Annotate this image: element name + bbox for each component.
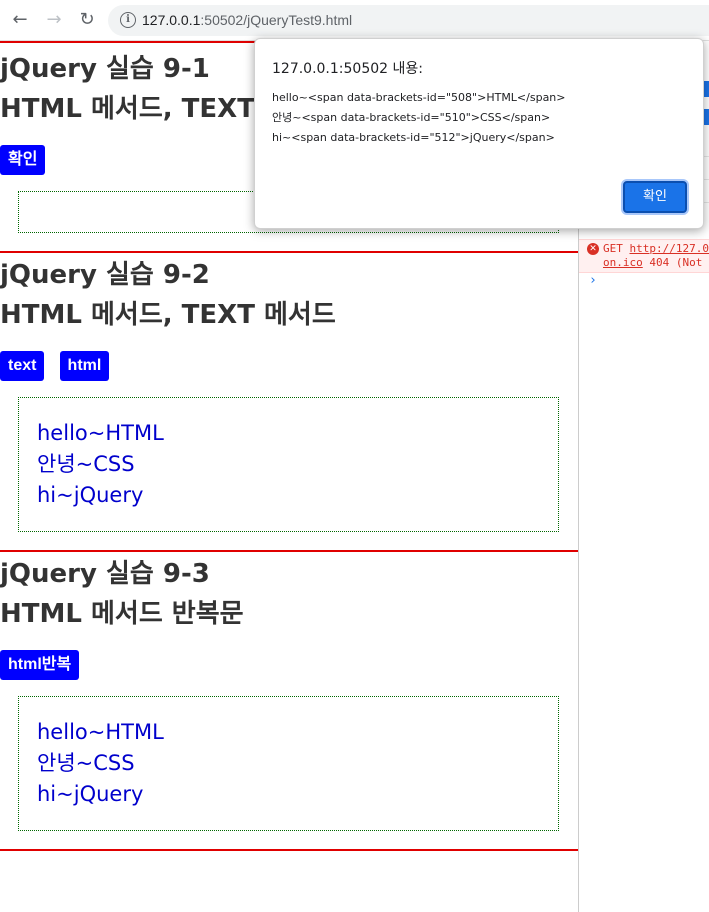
- dialog-origin: 127.0.0.1:50502 내용:: [272, 61, 423, 77]
- html-button[interactable]: html: [59, 351, 110, 381]
- dialog-message-line: 안녕~<span data-brackets-id="510">CSS</spa…: [272, 111, 551, 124]
- url-host: 127.0.0.1: [142, 12, 201, 28]
- dialog-message-line: hello~<span data-brackets-id="508">HTML<…: [272, 91, 566, 104]
- result-line: hi~jQuery: [37, 483, 144, 507]
- url-text: 127.0.0.1:50502/jQueryTest9.html: [142, 12, 352, 28]
- address-bar[interactable]: i 127.0.0.1:50502/jQueryTest9.html: [108, 5, 709, 36]
- browser-toolbar: ← → ↻ i 127.0.0.1:50502/jQueryTest9.html: [0, 0, 709, 41]
- button-row: html반복: [0, 650, 578, 680]
- error-line-2: on.ico 404 (Not: [603, 256, 702, 269]
- back-arrow-icon[interactable]: ←: [8, 8, 32, 32]
- section-9-2: jQuery 실습 9-2 HTML 메서드, TEXT 메서드 text ht…: [0, 251, 578, 550]
- section-subtitle: HTML 메서드, TEXT 메서드: [0, 300, 336, 330]
- reload-icon[interactable]: ↻: [75, 8, 99, 32]
- dialog-ok-button[interactable]: 확인: [623, 181, 687, 213]
- dialog-message: hello~<span data-brackets-id="508">HTML<…: [272, 88, 566, 148]
- result-box: hello~HTML 안녕~CSS hi~jQuery: [18, 696, 559, 831]
- button-row: text html: [0, 351, 578, 381]
- alert-dialog: 127.0.0.1:50502 내용: hello~<span data-bra…: [254, 38, 704, 229]
- dialog-message-line: hi~<span data-brackets-id="512">jQuery</…: [272, 131, 555, 144]
- confirm-button[interactable]: 확인: [0, 145, 46, 175]
- forward-arrow-icon[interactable]: →: [42, 8, 66, 32]
- error-url-link[interactable]: http://127.0: [630, 242, 709, 255]
- url-path: :50502/jQueryTest9.html: [200, 12, 353, 28]
- error-url-end[interactable]: on.ico: [603, 256, 643, 269]
- section-divider: [0, 849, 578, 851]
- error-method: GET: [603, 242, 623, 255]
- section-title: jQuery 실습 9-3: [0, 559, 210, 589]
- console-prompt-icon[interactable]: ›: [589, 273, 597, 288]
- section-9-3: jQuery 실습 9-3 HTML 메서드 반복문 html반복 hello~…: [0, 550, 578, 849]
- error-line-1: GET http://127.0: [603, 242, 709, 255]
- result-line: hi~jQuery: [37, 782, 144, 806]
- html-repeat-button[interactable]: html반복: [0, 650, 80, 680]
- error-status: 404 (Not: [649, 256, 703, 269]
- error-x-icon: ✕: [587, 243, 599, 255]
- result-box: hello~HTML 안녕~CSS hi~jQuery: [18, 397, 559, 532]
- result-line: 안녕~CSS: [37, 452, 135, 476]
- console-error-row[interactable]: ✕ GET http://127.0 on.ico 404 (Not: [579, 239, 709, 273]
- result-line: hello~HTML: [37, 421, 164, 445]
- section-subtitle: HTML 메서드 반복문: [0, 599, 244, 629]
- result-line: hello~HTML: [37, 720, 164, 744]
- text-button[interactable]: text: [0, 351, 45, 381]
- site-info-icon[interactable]: i: [120, 12, 136, 28]
- section-title: jQuery 실습 9-2: [0, 260, 210, 290]
- result-line: 안녕~CSS: [37, 751, 135, 775]
